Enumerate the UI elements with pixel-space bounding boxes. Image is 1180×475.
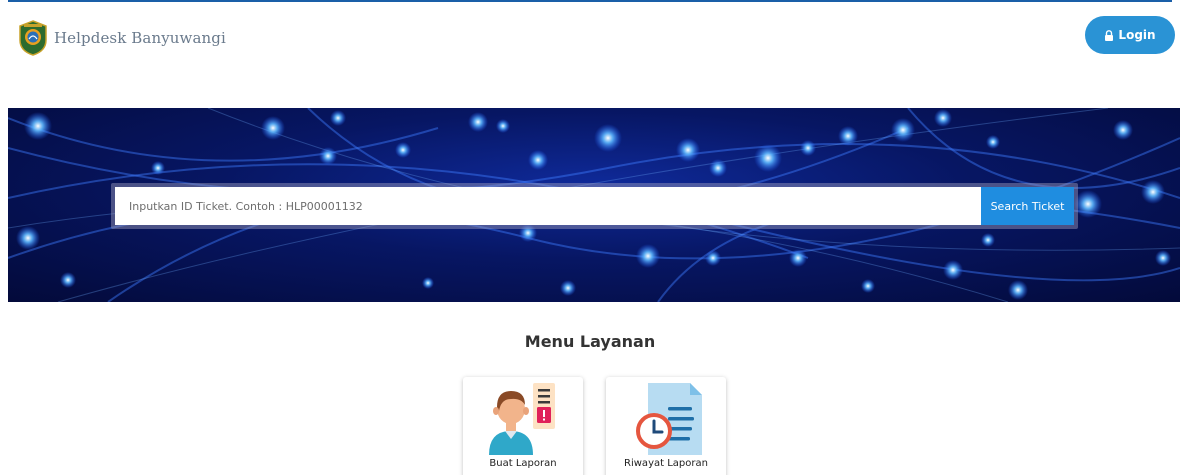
page: Helpdesk Banyuwangi Login Inputkan ID Ti… xyxy=(0,0,1180,475)
ticket-id-input[interactable] xyxy=(115,187,981,225)
brand-name: Helpdesk Banyuwangi xyxy=(54,29,226,47)
login-button[interactable]: Login xyxy=(1085,16,1175,54)
brand[interactable]: Helpdesk Banyuwangi xyxy=(18,20,226,56)
banyuwangi-emblem-icon xyxy=(19,20,47,56)
service-card-label: Riwayat Laporan xyxy=(624,458,708,469)
document-history-icon xyxy=(636,383,702,455)
lock-icon xyxy=(1105,29,1114,41)
top-divider xyxy=(8,0,1172,2)
search-ticket-button[interactable]: Search Ticket xyxy=(981,187,1074,225)
login-label: Login xyxy=(1118,28,1156,42)
section-title: Menu Layanan xyxy=(524,332,656,351)
user-report-icon xyxy=(489,383,555,455)
service-card-buat-laporan[interactable]: Buat Laporan xyxy=(463,377,583,475)
search-bar: Search Ticket xyxy=(111,183,1078,229)
service-card-label: Buat Laporan xyxy=(489,458,557,469)
service-card-riwayat-laporan[interactable]: Riwayat Laporan xyxy=(606,377,726,475)
